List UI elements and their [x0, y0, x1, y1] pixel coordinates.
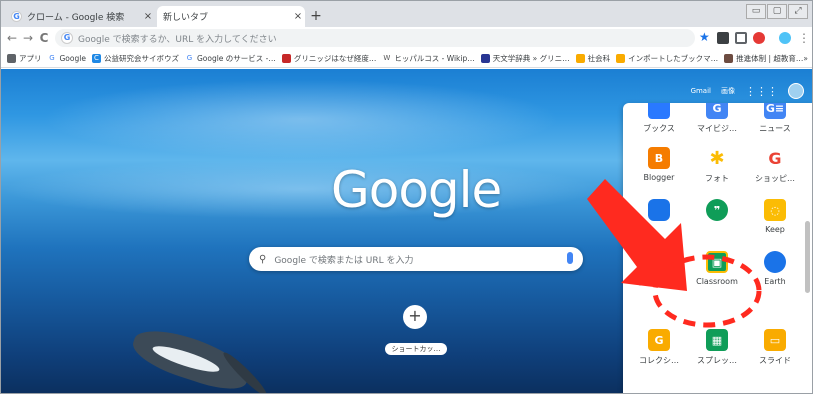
search-placeholder: Google で検索または URL を入力 [274, 255, 414, 266]
google-favicon-icon: G [11, 11, 22, 22]
wikipedia-icon: W [382, 53, 392, 63]
omnibox-placeholder: Google で検索するか、URL を入力してください [78, 34, 277, 45]
books-icon [648, 103, 670, 119]
omnibox[interactable]: G Google で検索するか、URL を入力してください [55, 29, 695, 47]
app-collections[interactable]: G コレクシ… [631, 329, 687, 366]
my-business-icon: G [706, 103, 728, 119]
forward-button[interactable]: → [21, 30, 35, 46]
bookmark-apps[interactable]: アプリ [7, 53, 42, 64]
bookmark-folder-imported[interactable]: インポートしたブックマ… [616, 53, 718, 64]
window-controls: ▭ ▢ ⤢ [746, 4, 808, 19]
book-icon [724, 53, 734, 63]
app-sheets[interactable]: ▦ スプレッ… [689, 329, 745, 366]
apps-scrollbar[interactable] [805, 221, 810, 293]
back-button[interactable]: ← [5, 30, 19, 46]
uk-flag-icon [281, 53, 291, 63]
bookmark-folder-social[interactable]: 社会科 [575, 53, 610, 64]
google-apps-panel: ブックス G マイビジ… G≡ ニュース B Blogger ✱ フォト G シ… [623, 103, 812, 393]
search-icon: ⚲ [259, 253, 267, 265]
minimize-button[interactable]: ▭ [746, 4, 766, 19]
photos-icon: ✱ [706, 147, 728, 169]
news-icon: G≡ [764, 103, 786, 119]
google-logo: Google [331, 161, 502, 219]
app-books[interactable]: ブックス [631, 103, 687, 134]
app-hangouts[interactable]: ❞ [689, 199, 745, 225]
app-news[interactable]: G≡ ニュース [747, 103, 803, 134]
menu-icon[interactable]: ⋮ [797, 30, 811, 46]
app-photos[interactable]: ✱ フォト [689, 147, 745, 184]
bookmark-wikipedia[interactable]: W ヒッパルコス - Wikip… [382, 53, 475, 64]
extension-icon[interactable] [717, 32, 729, 44]
bookmark-cybozu[interactable]: C 公益研究会サイボウズ [91, 53, 179, 64]
app-slides[interactable]: ▭ スライド [747, 329, 803, 366]
toolbar: ← → C G Google で検索するか、URL を入力してください ★ ⋮ [1, 27, 812, 49]
bookmarks-overflow[interactable]: » [803, 54, 808, 63]
profile-avatar-icon[interactable] [779, 32, 791, 44]
tab-new-tab[interactable]: 新しいタブ × [157, 6, 305, 27]
bookmark-promotion[interactable]: 推進体制 | 超教育… [724, 53, 803, 64]
app-my-business[interactable]: G マイビジ… [689, 103, 745, 134]
microphone-icon[interactable] [567, 252, 573, 264]
bookmark-google[interactable]: G Google [47, 53, 86, 63]
keep-icon: ◌ [764, 199, 786, 221]
google-icon: G [61, 32, 73, 44]
duo-icon [648, 199, 670, 221]
browser-window: G クローム - Google 検索 × 新しいタブ × + ▭ ▢ ⤢ ← →… [0, 0, 813, 394]
search-box[interactable]: ⚲ Google で検索または URL を入力 [249, 247, 583, 271]
bookmark-google-services[interactable]: G Google のサービス -… [184, 53, 276, 64]
new-tab-button[interactable]: + [307, 8, 325, 24]
jamboard-icon: J [648, 251, 670, 273]
app-duo[interactable] [631, 199, 687, 225]
astronomy-icon [480, 53, 490, 63]
reload-button[interactable]: C [37, 30, 51, 46]
apps-grid-icon[interactable]: ⋮⋮⋮ [745, 85, 778, 98]
app-jamboard[interactable]: J Jamboard [631, 251, 687, 286]
close-tab-icon[interactable]: × [291, 11, 305, 22]
avatar[interactable] [788, 83, 804, 99]
blogger-icon: B [648, 147, 670, 169]
bookmark-greenwich[interactable]: グリニッジはなぜ経度… [281, 53, 376, 64]
add-shortcut-button[interactable]: + [403, 305, 427, 329]
close-tab-icon[interactable]: × [141, 11, 155, 22]
top-right-links: Gmail 画像 ⋮⋮⋮ [691, 83, 804, 99]
background-light [41, 79, 561, 159]
folder-icon [575, 53, 585, 63]
bookmark-astronomy[interactable]: 天文学辞典 » グリニ… [480, 53, 570, 64]
tab-label: 新しいタブ [163, 13, 209, 23]
app-keep[interactable]: ◌ Keep [747, 199, 803, 234]
app-shopping[interactable]: G ショッピ… [747, 147, 803, 184]
tab-google-search[interactable]: G クローム - Google 検索 × [5, 6, 155, 27]
restore-button[interactable]: ▢ [767, 4, 787, 19]
maximize-button[interactable]: ⤢ [788, 4, 808, 19]
app-blogger[interactable]: B Blogger [631, 147, 687, 182]
shopping-icon: G [764, 147, 786, 169]
google-icon: G [47, 53, 57, 63]
background-wave [1, 159, 601, 219]
tab-strip: G クローム - Google 検索 × 新しいタブ × + ▭ ▢ ⤢ [1, 1, 812, 27]
app-classroom[interactable]: ▣ Classroom [689, 251, 745, 286]
extension-icon[interactable] [735, 32, 747, 44]
gmail-link[interactable]: Gmail [691, 87, 711, 95]
collections-icon: G [648, 329, 670, 351]
hangouts-icon: ❞ [706, 199, 728, 221]
app-earth[interactable]: Earth [747, 251, 803, 286]
grid-icon [7, 53, 16, 63]
slides-icon: ▭ [764, 329, 786, 351]
images-link[interactable]: 画像 [721, 86, 735, 96]
google-icon: G [184, 53, 194, 63]
tab-label: クローム - Google 検索 [27, 13, 125, 23]
shortcut-label: ショートカッ… [385, 343, 447, 355]
classroom-icon: ▣ [706, 251, 728, 273]
bookmarks-bar: アプリ G Google C 公益研究会サイボウズ G Google のサービス -…… [1, 49, 812, 68]
earth-icon [764, 251, 786, 273]
cybozu-icon: C [91, 53, 101, 63]
sheets-icon: ▦ [706, 329, 728, 351]
extension-icon[interactable] [753, 32, 765, 44]
folder-icon [616, 53, 626, 63]
bookmark-star-icon[interactable]: ★ [699, 30, 710, 44]
